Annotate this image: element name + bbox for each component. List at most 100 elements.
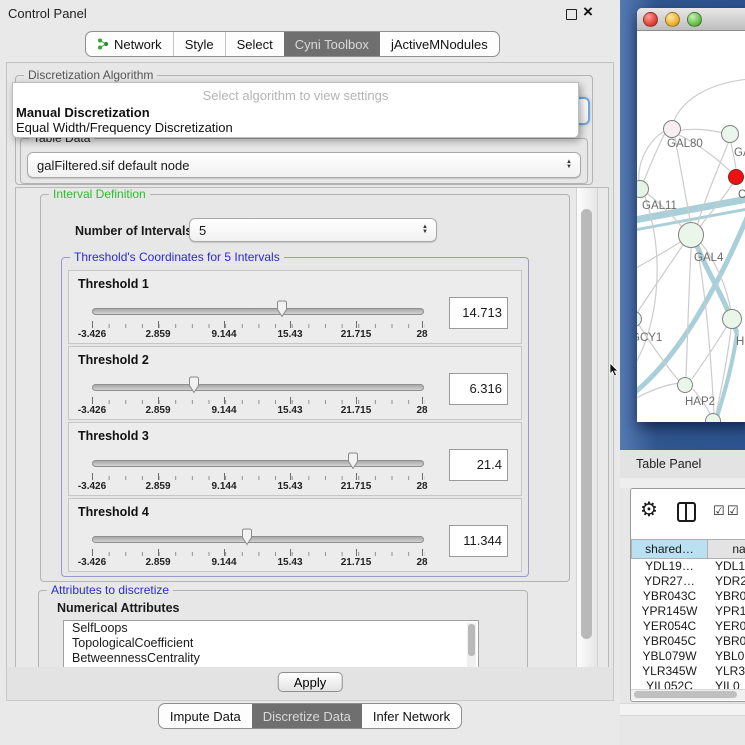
table-header-row: shared… na [631,539,745,559]
interval-definition-group: Interval Definition Number of Intervals … [40,194,570,582]
attributes-group-label: Attributes to discretize [47,583,173,597]
threshold-3-value[interactable]: 21.4 [449,449,508,481]
gear-icon[interactable]: ⚙ [640,497,658,522]
bottom-strip [620,703,745,716]
mac-close-button[interactable] [643,12,658,27]
algorithm-dropdown-popup: Select algorithm to view settings Manual… [12,82,579,138]
slider-thumb[interactable] [346,452,360,470]
tab-cyni-toolbox[interactable]: Cyni Toolbox [284,32,380,56]
slider-thumb[interactable] [187,376,201,394]
tab-style-label: Style [185,37,214,52]
table-row[interactable]: YBR043CYBR0 [631,589,745,604]
column-header-name[interactable]: na [708,539,745,559]
table-panel-strip [620,478,745,488]
column-header-shared-name[interactable]: shared… [631,539,708,559]
tab-infer-network[interactable]: Infer Network [362,704,461,728]
mouse-cursor [609,363,620,380]
mac-zoom-button[interactable] [687,12,702,27]
panel-scrollbar[interactable] [576,188,598,667]
node-label-gal4: GAL4 [694,252,723,264]
table-row[interactable]: YBL079WYBL0 [631,649,745,664]
checkbox-checked-icon[interactable]: ☑ [713,503,725,519]
list-item[interactable]: BetweennessCentrality [64,651,478,666]
tab-jactivemnodules-label: jActiveMNodules [391,37,488,52]
threshold-2-slider[interactable]: -3.4262.8599.14415.4321.71528 [92,377,422,417]
node-gal80[interactable] [663,120,681,138]
tab-network[interactable]: Network [86,32,173,56]
number-of-intervals-select[interactable]: 5 ▲▼ [189,218,437,242]
float-window-icon[interactable] [566,9,577,20]
table-row[interactable]: YDR27…YDR2 [631,574,745,589]
list-item[interactable]: SelfLoops [64,621,478,636]
apply-button[interactable]: Apply [278,672,343,692]
slider-tick-labels: -3.4262.8599.14415.4321.71528 [92,405,422,417]
network-canvas[interactable]: GAL80 GA GAL11 C GAL4 GCY1 H HAP2 [637,31,745,422]
apply-row: Apply [6,667,614,701]
table-row[interactable]: YLR345WYLR3 [631,664,745,679]
slider-ticks [92,397,422,404]
panel-scrollbar-thumb[interactable] [581,209,592,639]
threshold-1-label: Threshold 1 [78,277,149,291]
tab-impute-data[interactable]: Impute Data [159,704,252,728]
algorithm-option-equal-width[interactable]: Equal Width/Frequency Discretization [16,120,570,135]
threshold-2-box: Threshold 2 -3.4262.8599.14415.4321.7152… [68,346,522,420]
slider-track[interactable] [92,536,424,543]
table-data-select[interactable]: galFiltered.sif default node ▲▼ [27,152,581,178]
control-panel-titlebar: Control Panel × [0,0,620,26]
list-scrollbar[interactable] [467,623,476,670]
threshold-4-slider[interactable]: -3.4262.8599.14415.4321.71528 [92,529,422,569]
horizontal-scrollbar-thumb[interactable] [634,691,737,698]
slider-track[interactable] [92,308,424,315]
slider-ticks [92,321,422,328]
node-table: ⚙ ☑ ☑ shared… na YDL19…YDL1 YDR27…YDR2 Y… [630,488,745,702]
algorithm-placeholder-option[interactable]: Select algorithm to view settings [13,88,578,103]
tab-style[interactable]: Style [173,32,225,56]
close-icon[interactable]: × [583,2,593,22]
slider-thumb[interactable] [240,528,254,546]
threshold-1-value[interactable]: 14.713 [449,297,508,329]
slider-track[interactable] [92,384,424,391]
slider-thumb[interactable] [275,300,289,318]
tab-jactivemnodules[interactable]: jActiveMNodules [380,32,499,56]
node-right-mid[interactable] [722,309,742,329]
table-data-select-value: galFiltered.sif default node [28,158,566,173]
slider-tick-labels: -3.4262.8599.14415.4321.71528 [92,557,422,569]
split-columns-icon[interactable] [677,502,696,522]
right-region: GAL80 GA GAL11 C GAL4 GCY1 H HAP2 Table … [620,0,745,745]
top-tab-bar: Network Style Select Cyni Toolbox jActiv… [85,31,500,57]
panel-title: Control Panel [8,6,87,21]
node-hap2[interactable] [677,377,693,393]
threshold-1-slider[interactable]: -3.4262.8599.14415.4321.71528 [92,301,422,341]
table-row[interactable]: YBR045CYBR0 [631,634,745,649]
threshold-3-label: Threshold 3 [78,429,149,443]
tab-select-label: Select [237,37,273,52]
threshold-4-value[interactable]: 11.344 [449,525,508,557]
node-bottom[interactable] [705,413,721,422]
node-label-gal80: GAL80 [667,138,703,150]
table-rows: YDL19…YDL1 YDR27…YDR2 YBR043CYBR0 YPR145… [631,559,745,689]
list-item[interactable]: TopologicalCoefficient [64,636,478,651]
threshold-2-value[interactable]: 6.316 [449,373,508,405]
node-gal4[interactable] [678,222,704,248]
node-label-hap2: HAP2 [685,396,715,408]
slider-track[interactable] [92,460,424,467]
network-window-titlebar[interactable] [637,8,745,31]
mac-minimize-button[interactable] [665,12,680,27]
table-row[interactable]: YDL19…YDL1 [631,559,745,574]
threshold-3-slider[interactable]: -3.4262.8599.14415.4321.71528 [92,453,422,493]
slider-ticks [92,549,422,556]
tab-discretize-data[interactable]: Discretize Data [252,704,362,728]
algorithm-option-manual[interactable]: Manual Discretization [16,105,570,120]
table-row[interactable]: YPR145WYPR1 [631,604,745,619]
table-row[interactable]: YIL052CYIL0 [631,679,745,689]
checkbox-checked-icon[interactable]: ☑ [727,503,739,519]
tab-select[interactable]: Select [225,32,284,56]
node-top-right[interactable] [721,125,739,143]
horizontal-scrollbar[interactable] [631,689,745,700]
node-label-cut-right: GA [734,147,745,159]
slider-tick-labels: -3.4262.8599.14415.4321.71528 [92,481,422,493]
node-red-selected[interactable] [728,169,744,185]
table-panel-title: Table Panel [636,457,701,471]
table-row[interactable]: YER054CYER0 [631,619,745,634]
list-scrollbar-thumb[interactable] [468,624,475,656]
